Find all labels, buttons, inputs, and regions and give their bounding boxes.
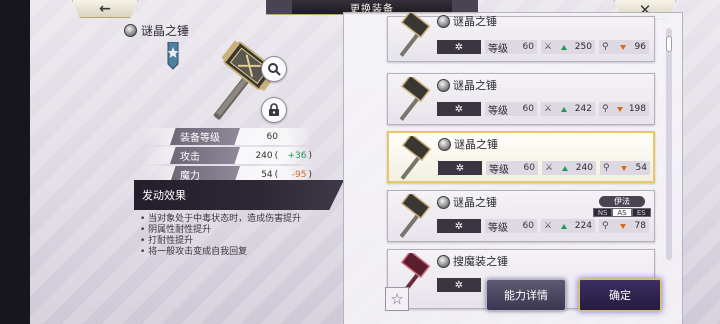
effect-line: • 打耐性提升	[140, 236, 194, 246]
wand-icon: ⚲	[602, 42, 609, 52]
magic-value: 78	[634, 221, 646, 231]
title-ornament-left	[266, 0, 292, 15]
effect-line: • 将一般攻击变成自我回复	[140, 247, 248, 257]
equipment-card[interactable]: 谜晶之锤 伊法 NS AS ES ✲ 等级 60 ⚔ 224 ⚲ 78	[387, 190, 655, 242]
style-tag: ES	[631, 208, 651, 217]
level-value: 60	[522, 221, 534, 231]
zoom-button[interactable]	[261, 56, 287, 82]
hammer-thumbnail-icon	[399, 13, 431, 57]
left-bezel	[0, 0, 30, 324]
down-arrow-icon	[619, 44, 626, 50]
element-gem-icon	[437, 195, 450, 209]
magic-value: 54	[635, 163, 647, 173]
stat-label: 魔力	[180, 171, 200, 182]
lock-button[interactable]	[261, 97, 287, 123]
up-arrow-icon	[561, 106, 568, 112]
attack-value: 224	[574, 221, 592, 231]
scrollbar-track[interactable]	[666, 28, 672, 260]
sword-icon: ⚔	[544, 104, 553, 114]
element-gem-icon	[124, 24, 137, 37]
level-label: 等级	[488, 105, 508, 117]
equipped-by-badge: 伊法 NS AS ES	[593, 196, 651, 218]
stat-diff: -95	[291, 169, 307, 180]
wand-icon: ⚲	[602, 104, 609, 114]
hammer-thumbnail-icon	[400, 136, 432, 180]
level-value: 60	[523, 163, 535, 173]
spark-icon: ✲	[437, 40, 481, 54]
down-arrow-icon	[619, 223, 626, 229]
stat-paren-close: )	[308, 150, 312, 161]
effect-line: • 当对象处于中毒状态时，造成伤害提升	[140, 214, 302, 224]
hammer-thumbnail-icon	[399, 77, 431, 121]
equipper-name: 伊法	[599, 196, 645, 207]
stat-paren-close: )	[308, 169, 312, 180]
stat-label: 攻击	[180, 152, 200, 163]
sword-icon: ⚔	[544, 42, 553, 52]
level-value: 60	[522, 104, 534, 114]
spark-icon: ✲	[438, 161, 482, 175]
back-button[interactable]: ←	[72, 0, 138, 18]
effect-header: 发动效果	[134, 180, 344, 210]
element-gem-icon	[437, 254, 450, 268]
effect-list: • 当对象处于中毒状态时，造成伤害提升 • 阴属性耐性提升 • 打耐性提升 • …	[140, 214, 350, 258]
level-label: 等级	[488, 222, 508, 234]
wand-icon: ⚲	[603, 163, 610, 173]
confirm-button[interactable]: 确定	[578, 278, 662, 312]
equipment-card[interactable]: 谜晶之锤 ✲ 等级 60 ⚔ 250 ⚲ 96	[387, 13, 655, 62]
card-name: 谜晶之锤	[453, 15, 497, 28]
card-name: 谜晶之锤	[454, 138, 498, 151]
wand-icon: ⚲	[602, 221, 609, 231]
detail-weapon-name: 谜晶之锤	[141, 24, 190, 38]
attack-value: 250	[574, 42, 592, 52]
up-arrow-icon	[561, 223, 568, 229]
stat-value: 60	[266, 131, 278, 142]
up-arrow-icon	[561, 44, 568, 50]
ability-detail-button[interactable]: 能力详情	[486, 279, 566, 311]
stat-row-level: 装备等级 60	[140, 128, 312, 145]
detail-name-row: 谜晶之锤	[124, 22, 189, 39]
stat-value: 54	[261, 169, 273, 180]
rank-badge-icon	[167, 42, 179, 70]
back-arrow-icon: ←	[99, 0, 111, 17]
sword-icon: ⚔	[544, 221, 553, 231]
magic-value: 198	[628, 104, 646, 114]
scrollbar-thumb[interactable]	[666, 36, 672, 52]
attack-value: 242	[574, 104, 592, 114]
favorite-button[interactable]: ☆	[385, 287, 409, 311]
element-gem-icon	[438, 137, 451, 151]
sword-icon: ⚔	[545, 163, 554, 173]
level-label: 等级	[488, 43, 508, 55]
down-arrow-icon	[620, 165, 627, 171]
spark-icon: ✲	[437, 278, 481, 292]
equipment-card-selected[interactable]: 谜晶之锤 ✲ 等级 60 ⚔ 240 ⚲ 54	[387, 131, 655, 183]
down-arrow-icon	[616, 106, 623, 112]
card-name: 谜晶之锤	[453, 196, 497, 209]
stat-label: 装备等级	[180, 133, 220, 144]
effect-line: • 阴属性耐性提升	[140, 225, 212, 235]
card-name: 谜晶之锤	[453, 79, 497, 92]
element-gem-icon	[437, 14, 450, 28]
magic-value: 96	[634, 42, 646, 52]
equipment-card[interactable]: 谜晶之锤 ✲ 等级 60 ⚔ 242 ⚲ 198	[387, 73, 655, 125]
attack-value: 240	[575, 163, 593, 173]
up-arrow-icon	[562, 165, 569, 171]
magnifier-icon	[268, 63, 281, 76]
style-tag-active: AS	[612, 208, 632, 217]
spark-icon: ✲	[437, 219, 481, 233]
stat-row-attack: 攻击 240 ( +36 )	[140, 147, 312, 164]
equip-change-screen: ← 更换装备 ✕ 谜晶之锤 装备等级 60 攻击 240 (+36) 魔力 …	[30, 0, 720, 324]
level-label: 等级	[489, 164, 509, 176]
star-icon: ☆	[390, 290, 404, 308]
hammer-thumbnail-icon	[399, 194, 431, 238]
level-value: 60	[522, 42, 534, 52]
detail-stats: 装备等级 60 攻击 240 ( +36 ) 魔力 54 ( -95 )	[140, 128, 312, 185]
stat-diff: +36	[287, 150, 307, 161]
element-gem-icon	[437, 78, 450, 92]
spark-icon: ✲	[437, 102, 481, 116]
lock-icon	[269, 103, 279, 116]
stat-value: 240	[255, 150, 273, 161]
style-tag: NS	[593, 208, 613, 217]
card-name: 搜魔装之锤	[453, 255, 508, 268]
